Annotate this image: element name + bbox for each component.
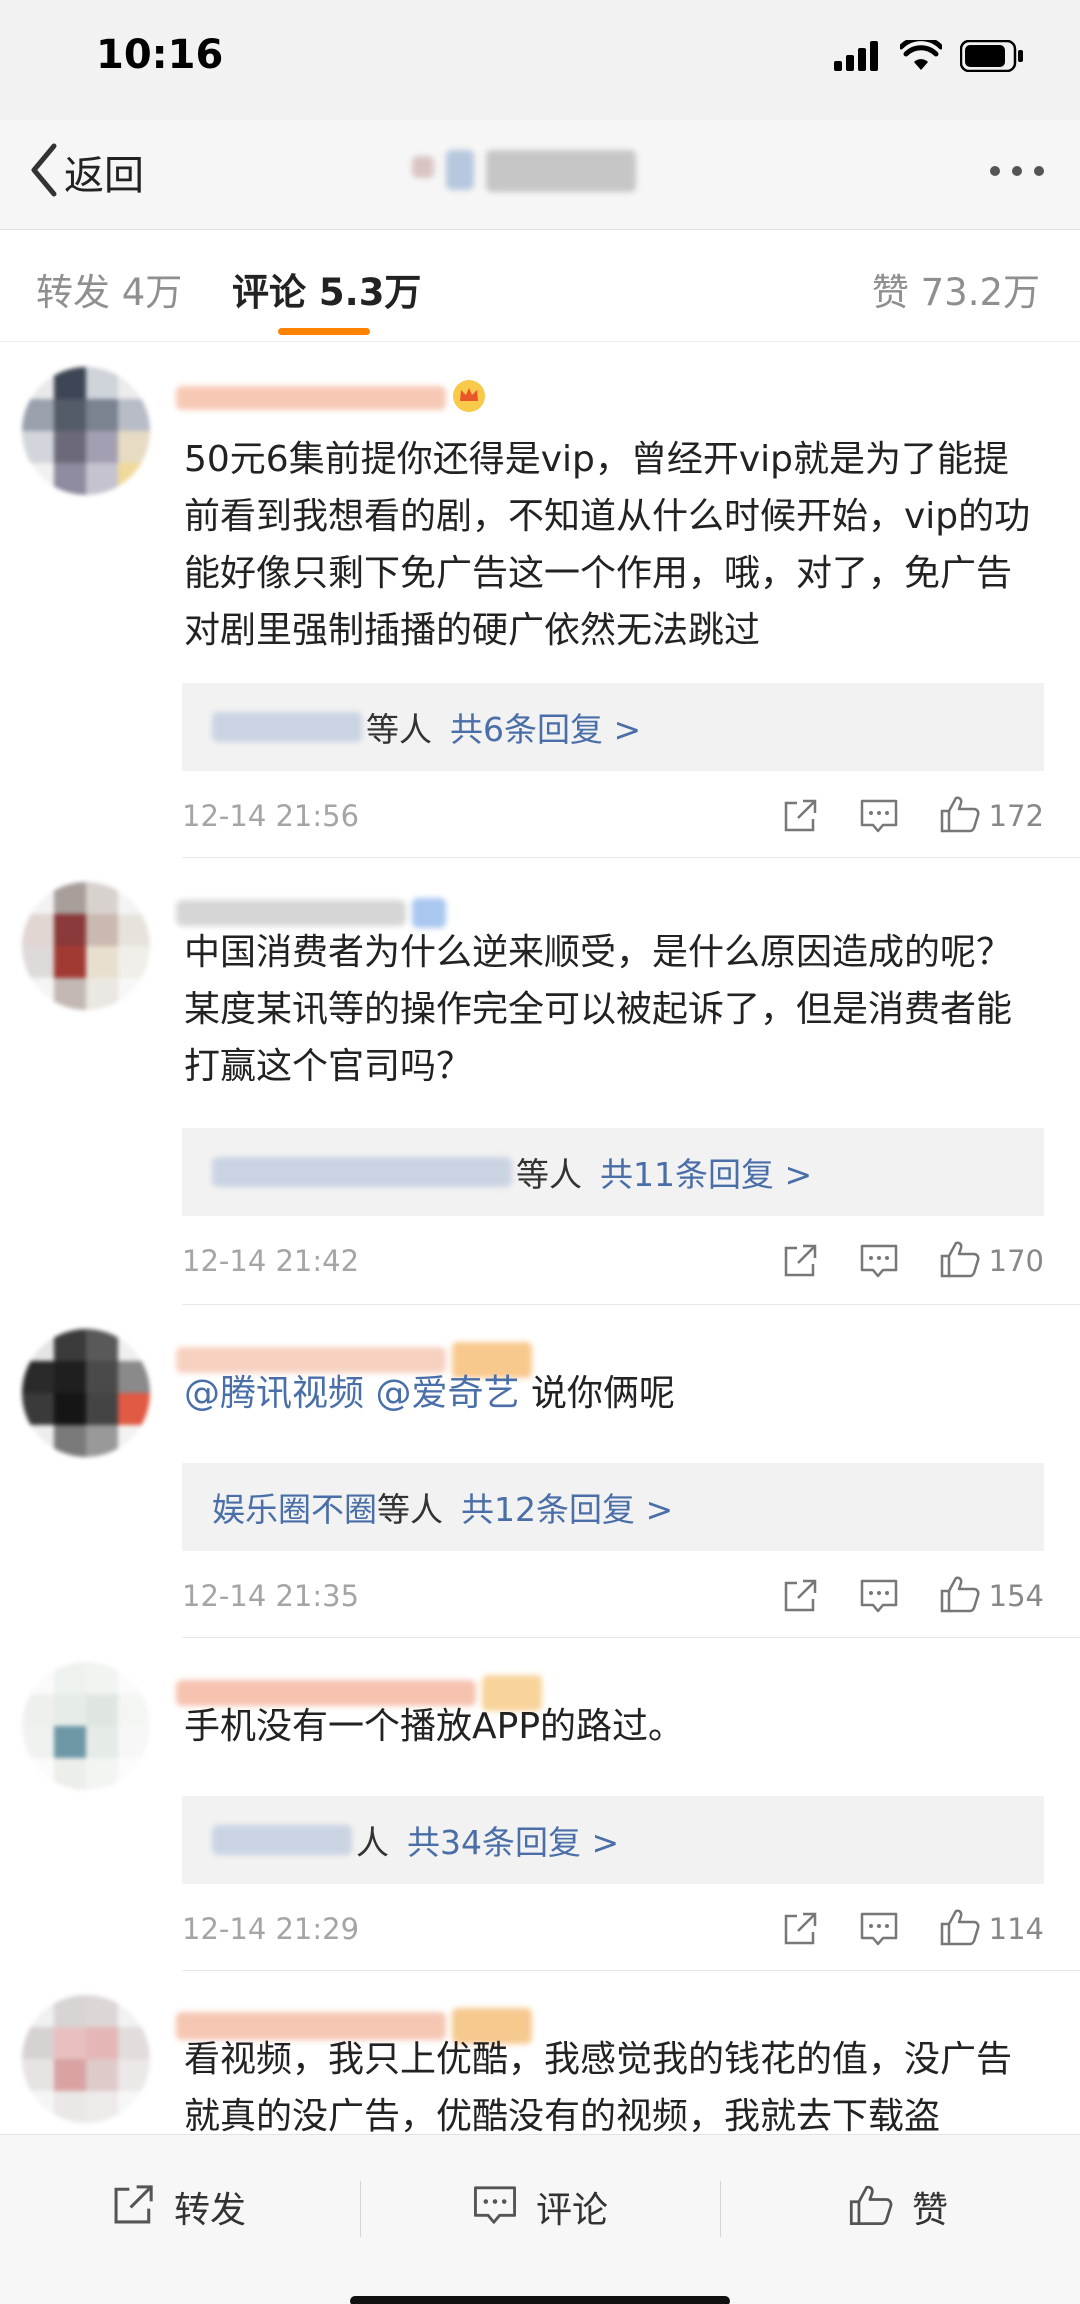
repost-button[interactable]: 转发 — [110, 2179, 246, 2235]
comment-item: @腾讯视频 @爱奇艺 说你俩呢 娱乐圈不圈 等人 共12条回复 > 12-14 … — [0, 1305, 1080, 1638]
like-count: 154 — [988, 1579, 1044, 1613]
wifi-icon — [898, 36, 944, 76]
comment-text: 手机没有一个播放APP的路过。 — [184, 1706, 685, 1747]
like-button[interactable]: 154 — [939, 1574, 1044, 1618]
comment-text: 中国消费者为什么逆来顺受，是什么原因造成的呢？某度某讯等的操作完全可以被起诉了，… — [184, 932, 1013, 1087]
reply-count-link[interactable]: 共34条回复 > — [407, 1816, 619, 1864]
crown-badge-icon — [452, 379, 486, 417]
thumbs-up-icon — [939, 1907, 981, 1951]
comment-meta: 12-14 21:56 172 — [182, 791, 1044, 841]
avatar[interactable] — [22, 882, 150, 1010]
like-button[interactable]: 赞 — [848, 2179, 948, 2235]
reply-count-link[interactable]: 共12条回复 > — [461, 1483, 673, 1531]
back-button[interactable]: 返回 — [28, 142, 144, 202]
comment-item: 中国消费者为什么逆来顺受，是什么原因造成的呢？某度某讯等的操作完全可以被起诉了，… — [0, 858, 1080, 1305]
share-icon[interactable] — [781, 1242, 819, 1280]
reply-author-link[interactable]: 娱乐圈不圈 — [212, 1483, 377, 1531]
like-count: 114 — [988, 1912, 1044, 1946]
home-indicator — [350, 2296, 730, 2304]
cellular-signal-icon — [834, 41, 882, 75]
tab-comment[interactable]: 评论 5.3万 — [232, 262, 421, 316]
comment-button[interactable]: 评论 — [472, 2179, 608, 2235]
avatar[interactable] — [22, 1995, 150, 2123]
thumbs-up-icon — [848, 2183, 894, 2231]
divider — [360, 2181, 361, 2237]
battery-icon — [959, 39, 1024, 76]
comment-item: 50元6集前提你还得是vip，曾经开vip就是为了能提前看到我想看的剧，不知道从… — [0, 343, 1080, 858]
comment-meta: 12-14 21:42 170 — [182, 1236, 1044, 1286]
tab-repost[interactable]: 转发 4万 — [36, 262, 182, 316]
thumbs-up-icon — [939, 1574, 981, 1618]
avatar[interactable] — [22, 367, 150, 495]
thumbs-up-icon — [939, 1239, 981, 1283]
timestamp: 12-14 21:42 — [182, 1244, 360, 1278]
like-button[interactable]: 172 — [939, 794, 1044, 838]
avatar[interactable] — [22, 1662, 150, 1790]
chevron-left-icon — [28, 142, 58, 202]
status-bar: 10:16 — [0, 0, 1080, 120]
comment-text: 50元6集前提你还得是vip，曾经开vip就是为了能提前看到我想看的剧，不知道从… — [184, 439, 1031, 651]
bottom-toolbar: 转发 评论 赞 — [0, 2134, 1080, 2304]
nav-title-blurred — [412, 150, 652, 196]
share-icon[interactable] — [781, 1910, 819, 1948]
reply-summary[interactable]: 等人 共6条回复 > — [182, 683, 1044, 771]
reply-summary[interactable]: 等人 共11条回复 > — [182, 1128, 1044, 1216]
reply-summary[interactable]: 娱乐圈不圈 等人 共12条回复 > — [182, 1463, 1044, 1551]
back-label: 返回 — [64, 153, 144, 199]
thumbs-up-icon — [939, 794, 981, 838]
tab-like[interactable]: 赞 73.2万 — [872, 262, 1040, 316]
username-blurred[interactable] — [176, 380, 486, 413]
comment-icon — [472, 2183, 518, 2231]
nav-bar: 返回 — [0, 120, 1080, 230]
status-time: 10:16 — [96, 32, 224, 78]
comment-icon[interactable] — [859, 1577, 899, 1615]
comment-icon[interactable] — [859, 1242, 899, 1280]
share-icon[interactable] — [781, 797, 819, 835]
more-options-button[interactable] — [984, 160, 1050, 182]
mention-link[interactable]: @爱奇艺 — [375, 1373, 519, 1414]
reply-summary[interactable]: 人 共34条回复 > — [182, 1796, 1044, 1884]
comment-icon[interactable] — [859, 1910, 899, 1948]
reply-count-link[interactable]: 共11条回复 > — [600, 1148, 812, 1196]
divider — [720, 2181, 721, 2237]
timestamp: 12-14 21:56 — [182, 799, 360, 833]
mention-link[interactable]: @腾讯视频 — [184, 1373, 364, 1414]
share-icon — [110, 2182, 156, 2232]
share-icon[interactable] — [781, 1577, 819, 1615]
comment-text: @腾讯视频 @爱奇艺 说你俩呢 — [184, 1373, 675, 1414]
tab-bar: 转发 4万 评论 5.3万 赞 73.2万 — [0, 232, 1080, 342]
comment-text: 看视频，我只上优酷，我感觉我的钱花的值，没广告就真的没广告，优酷没有的视频，我就… — [184, 2039, 1013, 2137]
comment-meta: 12-14 21:29 114 — [182, 1904, 1044, 1954]
like-button[interactable]: 114 — [939, 1907, 1044, 1951]
like-count: 172 — [988, 799, 1044, 833]
comment-icon[interactable] — [859, 797, 899, 835]
status-icons — [834, 36, 1024, 76]
timestamp: 12-14 21:29 — [182, 1912, 360, 1946]
timestamp: 12-14 21:35 — [182, 1579, 360, 1613]
like-count: 170 — [988, 1244, 1044, 1278]
comment-list: 50元6集前提你还得是vip，曾经开vip就是为了能提前看到我想看的剧，不知道从… — [0, 343, 1080, 2304]
comment-meta: 12-14 21:35 154 — [182, 1571, 1044, 1621]
comment-item: 手机没有一个播放APP的路过。 人 共34条回复 > 12-14 21:29 1… — [0, 1638, 1080, 1971]
avatar[interactable] — [22, 1329, 150, 1457]
active-tab-indicator — [278, 328, 370, 335]
reply-count-link[interactable]: 共6条回复 > — [450, 703, 641, 751]
like-button[interactable]: 170 — [939, 1239, 1044, 1283]
